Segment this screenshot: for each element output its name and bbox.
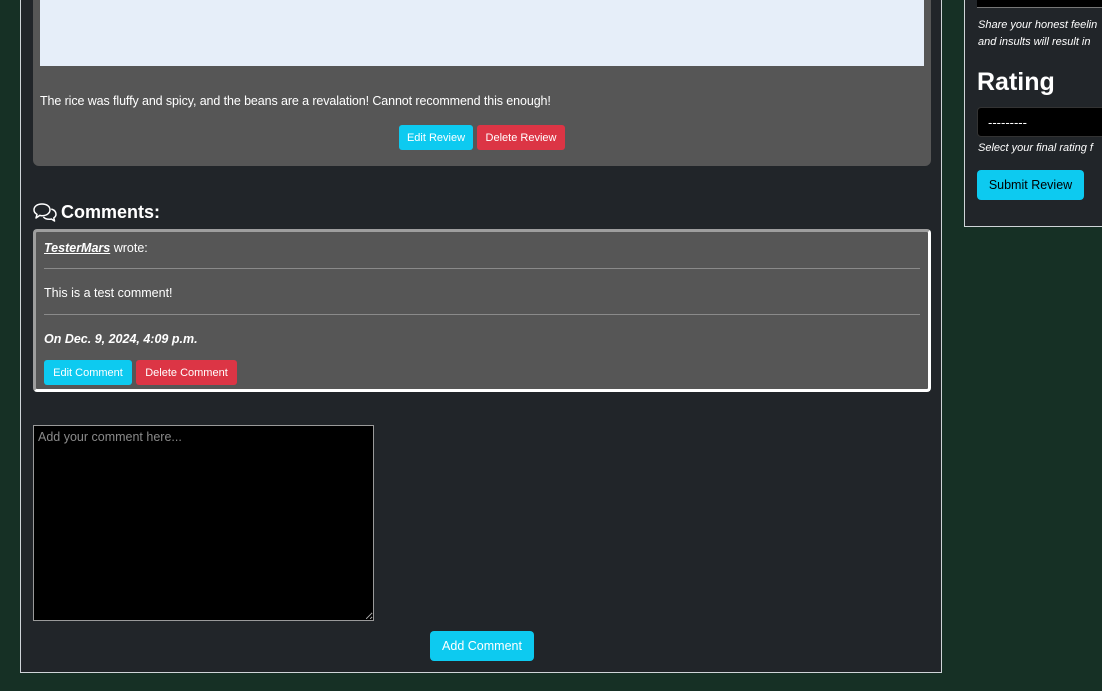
comments-heading-label: Comments:	[61, 201, 161, 222]
review-text: The rice was fluffy and spicy, and the b…	[40, 94, 551, 108]
rating-heading: Rating	[977, 68, 1055, 96]
comment-textarea[interactable]	[33, 425, 374, 621]
rating-help-text: Select your final rating f	[978, 142, 1093, 154]
edit-review-button[interactable]: Edit Review	[399, 125, 473, 150]
delete-comment-button[interactable]: Delete Comment	[136, 360, 237, 385]
review-card: The rice was fluffy and spicy, and the b…	[33, 0, 931, 166]
review-help-text: Share your honest feelin and insults wil…	[978, 19, 1098, 48]
review-detail-panel: The rice was fluffy and spicy, and the b…	[20, 0, 942, 673]
comments-heading: Comments:	[33, 201, 160, 223]
comments-icon	[33, 202, 57, 222]
comment-divider	[44, 268, 920, 269]
add-comment-button[interactable]: Add Comment	[430, 631, 534, 661]
comment-author-link[interactable]: TesterMars	[44, 241, 110, 255]
comment-wrote-label: wrote:	[113, 241, 148, 255]
comment-item: TesterMars wrote: This is a test comment…	[33, 229, 931, 392]
submit-review-button[interactable]: Submit Review	[977, 170, 1084, 200]
rating-select[interactable]: ---------	[977, 107, 1102, 137]
comment-body: This is a test comment!	[44, 286, 173, 300]
review-text-field[interactable]	[977, 0, 1102, 8]
comment-author-line: TesterMars wrote:	[44, 241, 148, 255]
review-form-sidebar: Share your honest feelin and insults wil…	[964, 0, 1102, 227]
comment-divider	[44, 314, 920, 315]
delete-review-button[interactable]: Delete Review	[477, 125, 565, 150]
comment-date: On Dec. 9, 2024, 4:09 p.m.	[44, 332, 198, 346]
edit-comment-button[interactable]: Edit Comment	[44, 360, 132, 385]
review-image	[40, 0, 924, 66]
